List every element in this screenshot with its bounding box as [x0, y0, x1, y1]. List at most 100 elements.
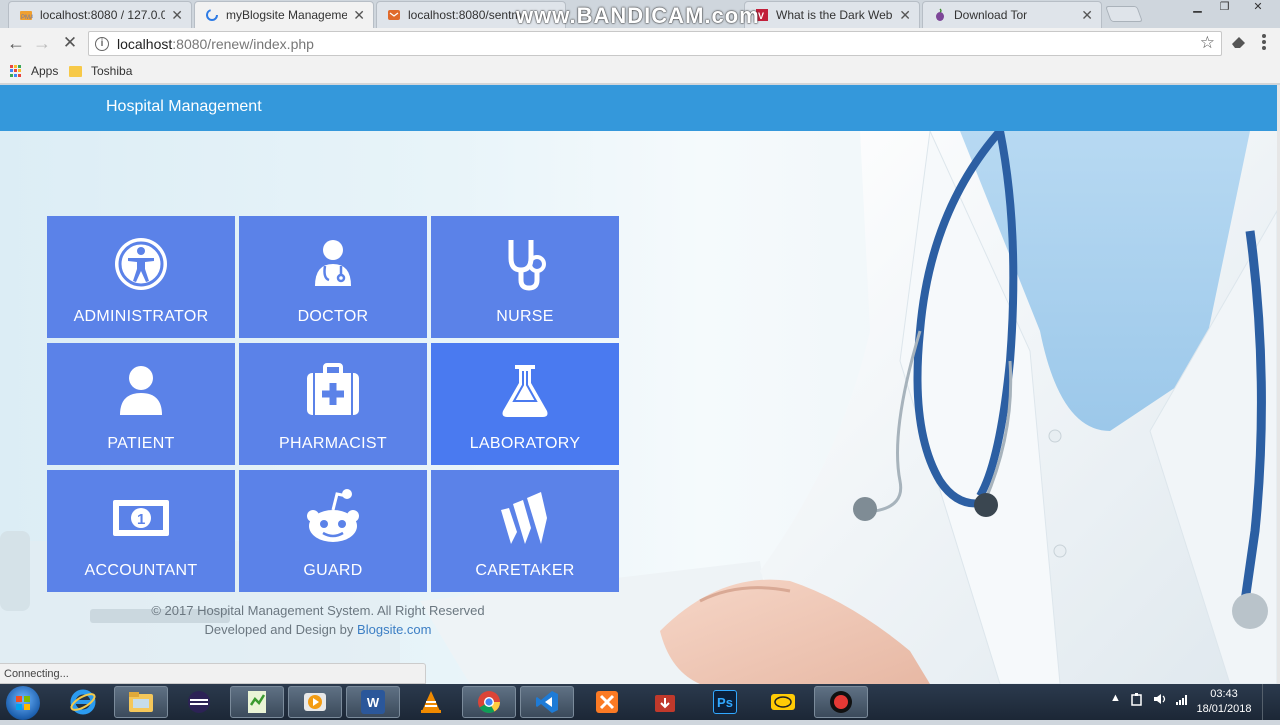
taskbar-clock[interactable]: 03:43 18/01/2018 [1196, 687, 1252, 717]
minimize-icon[interactable]: ▁ [1184, 0, 1211, 16]
notepad-icon [248, 691, 266, 713]
start-button[interactable] [6, 686, 40, 720]
stethoscope-icon [508, 240, 546, 291]
taskbar-media-player[interactable] [288, 686, 342, 718]
address-bar[interactable]: i localhost:8080/renew/index.php ☆ [88, 31, 1222, 56]
download-manager-icon [655, 695, 675, 712]
tile-pharmacist[interactable]: PHARMACIST [239, 343, 427, 465]
tile-patient[interactable]: PATIENT [47, 343, 235, 465]
tile-label: GUARD [303, 562, 363, 579]
tab-download-tor[interactable]: Download Tor ✕ [922, 1, 1102, 28]
taskbar-screen-recorder[interactable] [814, 686, 868, 718]
web-page: Hospital Management ADMINISTRATOR DOCTOR… [0, 85, 1277, 684]
svg-text:1: 1 [137, 511, 145, 528]
close-window-icon[interactable]: ✕ [1238, 0, 1278, 16]
close-tab-icon[interactable]: ✕ [353, 7, 365, 24]
banknote-icon: 1 [113, 500, 169, 536]
taskbar-downloader[interactable] [638, 686, 692, 718]
visual-studio-code-icon [536, 691, 558, 713]
vlc-cone-icon [421, 691, 441, 713]
bookmark-toshiba[interactable]: Toshiba [69, 64, 132, 78]
site-brand[interactable]: Hospital Management [106, 98, 262, 116]
forward-button[interactable]: → [31, 32, 53, 54]
tile-label: PATIENT [107, 435, 175, 452]
tile-label: DOCTOR [297, 308, 369, 325]
tile-label: PHARMACIST [279, 435, 387, 452]
windows-logo-icon [16, 696, 30, 710]
bookmarks-bar: Apps Toshiba [0, 59, 1280, 84]
person-icon [120, 366, 162, 415]
blogsite-link[interactable]: Blogsite.com [357, 622, 431, 637]
tile-doctor[interactable]: DOCTOR [239, 216, 427, 338]
tile-label: LABORATORY [469, 435, 581, 452]
tile-guard[interactable]: GUARD [239, 470, 427, 592]
tile-caretaker[interactable]: CARETAKER [431, 470, 619, 592]
mail-icon [387, 8, 401, 22]
folder-explorer-icon [129, 692, 153, 712]
tile-nurse[interactable]: NURSE [431, 216, 619, 338]
url-text[interactable]: localhost:8080/renew/index.php [117, 36, 314, 52]
taskbar-photoshop[interactable]: Ps [698, 686, 752, 718]
taskbar-internet-explorer[interactable] [56, 686, 110, 718]
network-signal-tray-icon[interactable] [1175, 692, 1189, 709]
tab-phpmyadmin[interactable]: PMA localhost:8080 / 127.0.0.1 ✕ [8, 1, 192, 28]
taskbar-notepad-plus[interactable] [230, 686, 284, 718]
taskbar-chrome[interactable] [462, 686, 516, 718]
tile-label: CARETAKER [475, 562, 575, 579]
back-button[interactable]: ← [5, 32, 27, 54]
restore-icon[interactable]: ❐ [1211, 0, 1238, 16]
browser-status-bar: Connecting... [0, 663, 426, 684]
browser-toolbar: ← → ✕ i localhost:8080/renew/index.php ☆ [0, 28, 1280, 59]
info-icon[interactable]: i [95, 36, 109, 51]
tile-label: ADMINISTRATOR [73, 308, 209, 325]
clock-date: 18/01/2018 [1196, 703, 1252, 715]
tile-label: NURSE [496, 308, 554, 325]
xampp-icon [596, 691, 618, 713]
wordpress-w-icon [501, 492, 547, 544]
word-icon: W [361, 690, 385, 714]
tile-label: ACCOUNTANT [84, 562, 198, 579]
power-tray-icon[interactable] [1130, 692, 1144, 709]
taskbar-xampp[interactable] [580, 686, 634, 718]
browser-menu-icon[interactable] [1262, 34, 1266, 50]
mtn-modem-icon [771, 694, 795, 710]
windows-taskbar: W Ps [0, 684, 1280, 720]
loading-spinner-icon [205, 8, 219, 22]
recorder-watermark: www.BANDICAM.com [516, 3, 760, 28]
taskbar-eclipse[interactable] [172, 686, 226, 718]
folder-icon [69, 65, 82, 77]
show-hidden-icons[interactable]: ▲ [1110, 692, 1121, 704]
close-tab-icon[interactable]: ✕ [171, 7, 183, 24]
copyright-text: © 2017 Hospital Management System. All R… [151, 603, 485, 618]
chrome-icon [478, 691, 500, 713]
taskbar-modem[interactable] [756, 686, 810, 718]
taskbar-word[interactable]: W [346, 686, 400, 718]
tor-onion-icon [933, 8, 947, 22]
tile-laboratory[interactable]: LABORATORY [431, 343, 619, 465]
tab-myblogsite[interactable]: myBlogsite Management ✕ [194, 1, 374, 28]
clock-time: 03:43 [1210, 688, 1238, 700]
bookmark-apps[interactable]: Apps [10, 64, 58, 78]
taskbar-vlc[interactable] [404, 686, 458, 718]
phpmyadmin-icon: PMA [19, 8, 34, 22]
eraser-extension-icon[interactable] [1230, 34, 1248, 54]
photoshop-icon: Ps [713, 690, 737, 714]
taskbar-file-explorer[interactable] [114, 686, 168, 718]
new-tab-button[interactable] [1105, 6, 1143, 22]
apps-grid-icon [10, 65, 22, 77]
reddit-alien-icon [307, 489, 359, 542]
taskbar-vscode[interactable] [520, 686, 574, 718]
tile-accountant[interactable]: 1 ACCOUNTANT [47, 470, 235, 592]
flask-icon [502, 365, 548, 417]
svg-text:PMA: PMA [21, 15, 33, 21]
bookmark-star-icon[interactable]: ☆ [1200, 33, 1215, 53]
tile-administrator[interactable]: ADMINISTRATOR [47, 216, 235, 338]
tab-dark-web[interactable]: V What is the Dark Web? V ✕ [744, 1, 920, 28]
close-tab-icon[interactable]: ✕ [1081, 7, 1093, 24]
developer-credit: Developed and Design by Blogsite.com [204, 622, 432, 637]
close-tab-icon[interactable]: ✕ [899, 7, 911, 24]
volume-tray-icon[interactable] [1152, 692, 1168, 709]
stop-button[interactable]: ✕ [59, 32, 81, 54]
medical-kit-icon [307, 363, 359, 415]
show-desktop-button[interactable] [1262, 684, 1280, 720]
